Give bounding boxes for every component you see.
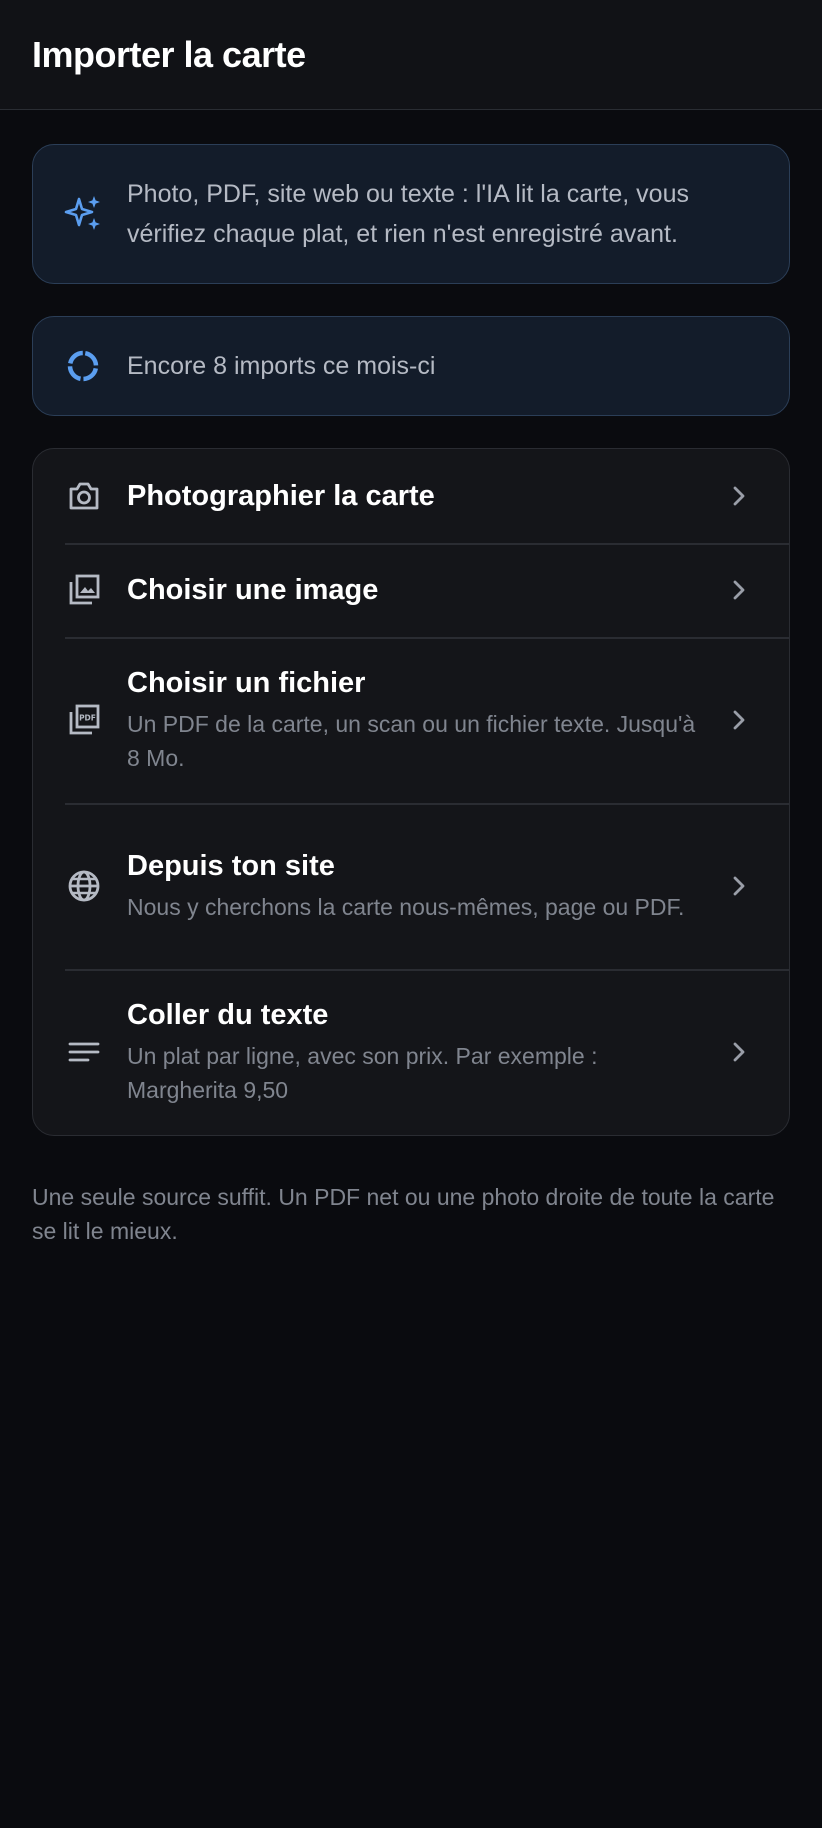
image-gallery-icon [65, 571, 103, 609]
option-subtitle: Un plat par ligne, avec son prix. Par ex… [127, 1043, 598, 1103]
option-body: Photographier la carte [127, 478, 729, 514]
app-header: Importer la carte [0, 0, 822, 110]
chevron-right-icon [729, 578, 749, 602]
option-title: Coller du texte [127, 999, 329, 1031]
camera-icon [65, 477, 103, 515]
sparkles-icon [63, 194, 103, 234]
option-choose-file[interactable]: PDF Choisir un fichier Un PDF de la cart… [33, 637, 789, 803]
option-title: Depuis ton site [127, 850, 335, 882]
import-quota-text: Encore 8 imports ce mois-ci [127, 352, 436, 380]
progress-ring-icon [63, 346, 103, 386]
option-title: Photographier la carte [127, 480, 435, 512]
option-body: Coller du texte Un plat par ligne, avec … [127, 997, 729, 1107]
ai-info-banner: Photo, PDF, site web ou texte : l'IA lit… [32, 144, 790, 284]
option-from-website[interactable]: Depuis ton site Nous y cherchons la cart… [33, 803, 789, 969]
option-title: Choisir un fichier [127, 667, 366, 699]
import-options-list: Photographier la carte Choisir une image [32, 448, 790, 1136]
page-title: Importer la carte [32, 33, 306, 75]
pdf-file-icon: PDF [65, 701, 103, 739]
option-subtitle: Nous y cherchons la carte nous-mêmes, pa… [127, 894, 685, 920]
globe-icon [65, 867, 103, 905]
chevron-right-icon [729, 1040, 749, 1064]
ai-info-text: Photo, PDF, site web ou texte : l'IA lit… [127, 180, 689, 248]
option-take-photo[interactable]: Photographier la carte [33, 449, 789, 543]
chevron-right-icon [729, 484, 749, 508]
import-quota-banner: Encore 8 imports ce mois-ci [32, 316, 790, 416]
footnote-text: Une seule source suffit. Un PDF net ou u… [32, 1184, 775, 1244]
main-content: Photo, PDF, site web ou texte : l'IA lit… [0, 110, 822, 1248]
option-paste-text[interactable]: Coller du texte Un plat par ligne, avec … [33, 969, 789, 1135]
option-body: Depuis ton site Nous y cherchons la cart… [127, 848, 729, 924]
option-body: Choisir un fichier Un PDF de la carte, u… [127, 665, 729, 775]
option-choose-image[interactable]: Choisir une image [33, 543, 789, 637]
text-lines-icon [65, 1033, 103, 1071]
option-title: Choisir une image [127, 574, 379, 606]
svg-text:PDF: PDF [79, 714, 96, 723]
option-body: Choisir une image [127, 572, 729, 608]
chevron-right-icon [729, 708, 749, 732]
option-subtitle: Un PDF de la carte, un scan ou un fichie… [127, 711, 696, 771]
chevron-right-icon [729, 874, 749, 898]
